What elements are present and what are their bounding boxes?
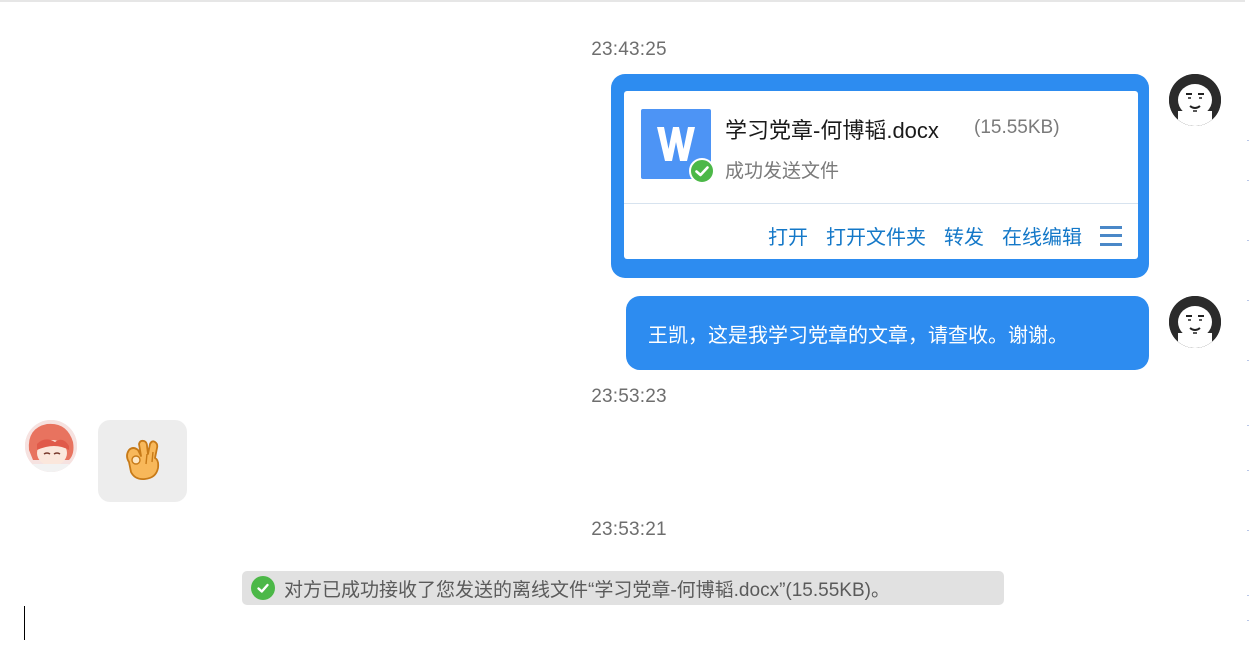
contact-avatar[interactable] — [25, 420, 77, 472]
hamburger-menu-icon[interactable] — [1100, 225, 1122, 246]
divider — [624, 203, 1138, 204]
online-edit-button[interactable]: 在线编辑 — [1002, 221, 1082, 250]
forward-button[interactable]: 转发 — [944, 221, 984, 250]
file-received-notice: 对方已成功接收了您发送的离线文件“学习党章-何博韬.docx”(15.55KB)… — [242, 571, 1004, 605]
file-name[interactable]: 学习党章-何博韬.docx — [725, 113, 939, 145]
text-input-caret[interactable] — [24, 606, 25, 640]
self-avatar[interactable] — [1169, 296, 1221, 348]
file-size: (15.55KB) — [974, 117, 1060, 138]
word-doc-icon — [641, 109, 715, 184]
timestamp: 23:53:21 — [591, 519, 667, 540]
sent-check-icon — [689, 158, 715, 184]
timestamp: 23:43:25 — [591, 39, 667, 60]
chat-window: 23:43:25 学习党章-何博韬.docx (15.55KB) 成功发送文件 — [0, 0, 1249, 666]
incoming-emoji-bubble[interactable] — [98, 420, 187, 502]
success-check-icon — [251, 576, 275, 600]
ok-hand-emoji — [126, 439, 160, 481]
outgoing-file-bubble: 学习党章-何博韬.docx (15.55KB) 成功发送文件 打开 打开文件夹 … — [611, 74, 1149, 278]
message-text: 王凯，这是我学习党章的文章，请查收。谢谢。 — [648, 324, 1068, 347]
open-file-button[interactable]: 打开 — [768, 221, 808, 250]
right-edge-scroll-track — [1245, 0, 1249, 666]
file-send-status: 成功发送文件 — [725, 161, 840, 182]
outgoing-text-bubble[interactable]: 王凯，这是我学习党章的文章，请查收。谢谢。 — [626, 296, 1149, 370]
top-border — [0, 0, 1249, 2]
file-action-bar: 打开 打开文件夹 转发 在线编辑 — [768, 221, 1122, 250]
open-folder-button[interactable]: 打开文件夹 — [826, 221, 926, 250]
self-avatar[interactable] — [1169, 74, 1221, 126]
timestamp: 23:53:23 — [591, 386, 667, 407]
notice-text: 对方已成功接收了您发送的离线文件“学习党章-何博韬.docx”(15.55KB)… — [284, 579, 890, 601]
file-card[interactable]: 学习党章-何博韬.docx (15.55KB) 成功发送文件 打开 打开文件夹 … — [624, 91, 1138, 259]
